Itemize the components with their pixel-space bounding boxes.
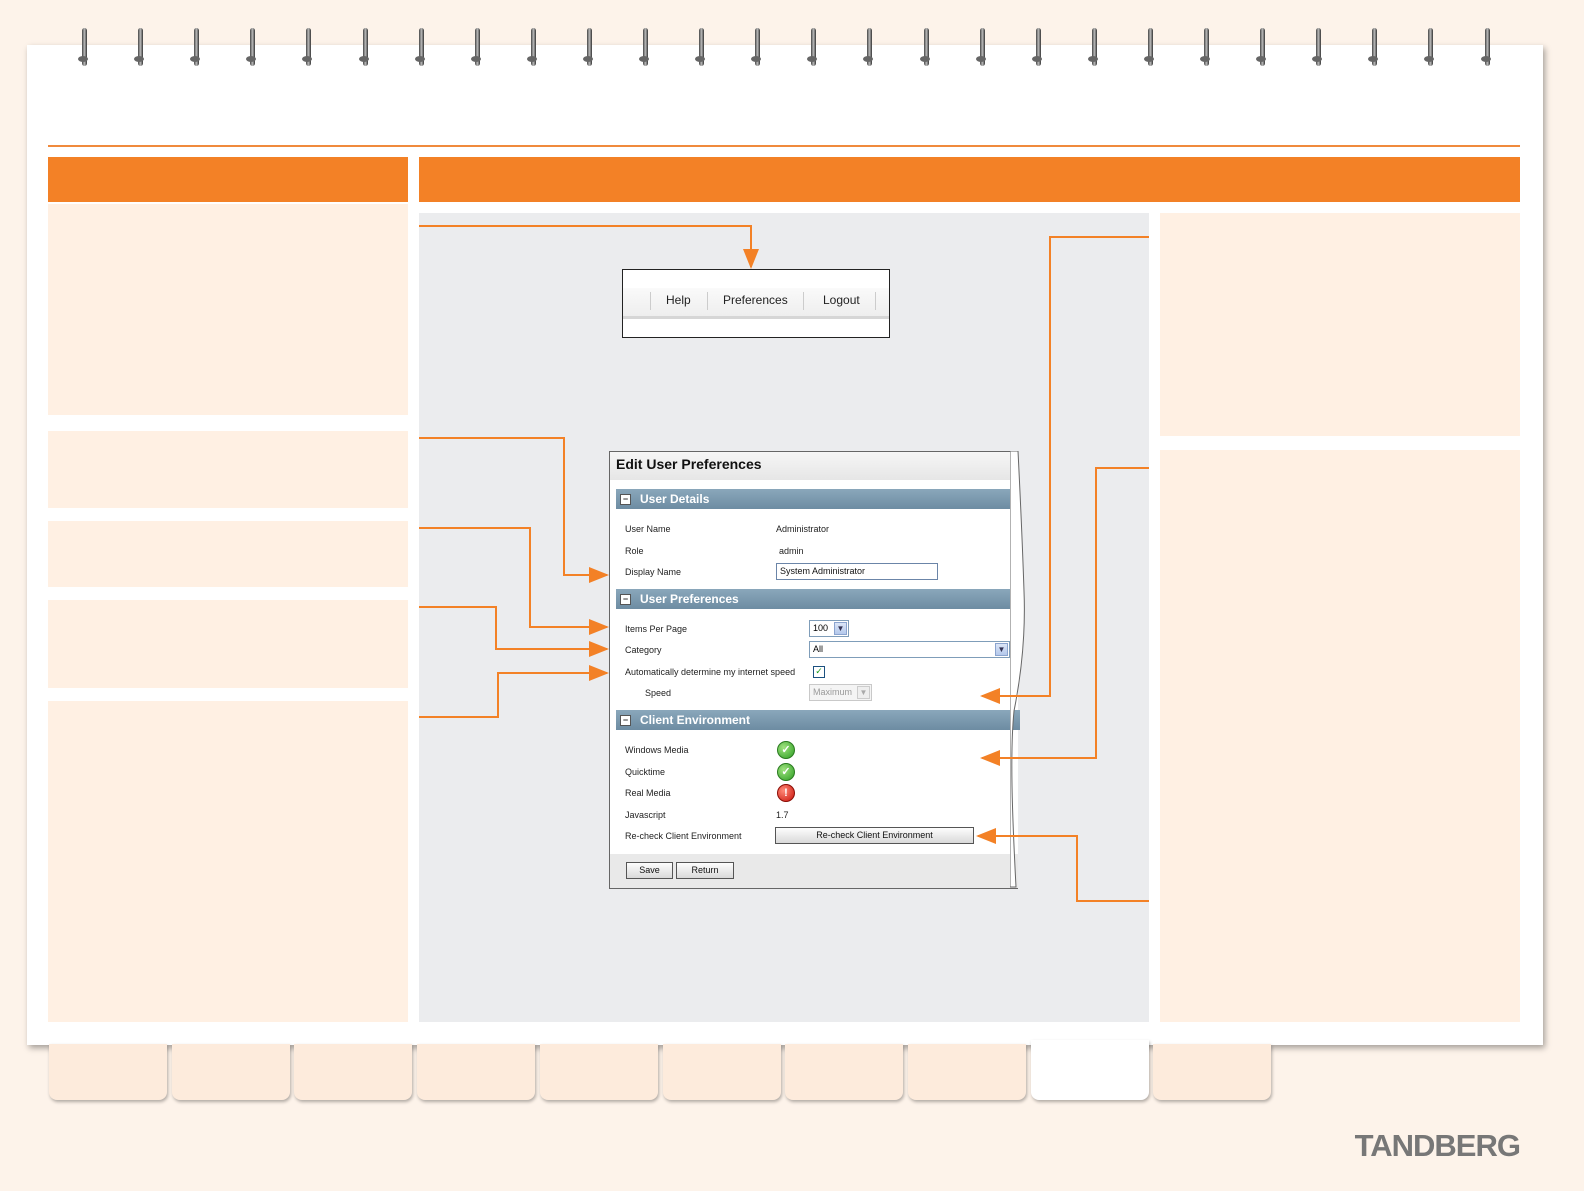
connector-items-per-page xyxy=(419,527,609,635)
connector-display-name xyxy=(419,437,609,583)
connector-auto-speed xyxy=(419,665,609,718)
connector-speed xyxy=(980,236,1149,704)
connector-recheck xyxy=(976,828,1149,902)
callout-connectors xyxy=(419,225,1149,902)
connector-menu xyxy=(419,225,759,269)
connector-client-environment xyxy=(980,467,1149,766)
